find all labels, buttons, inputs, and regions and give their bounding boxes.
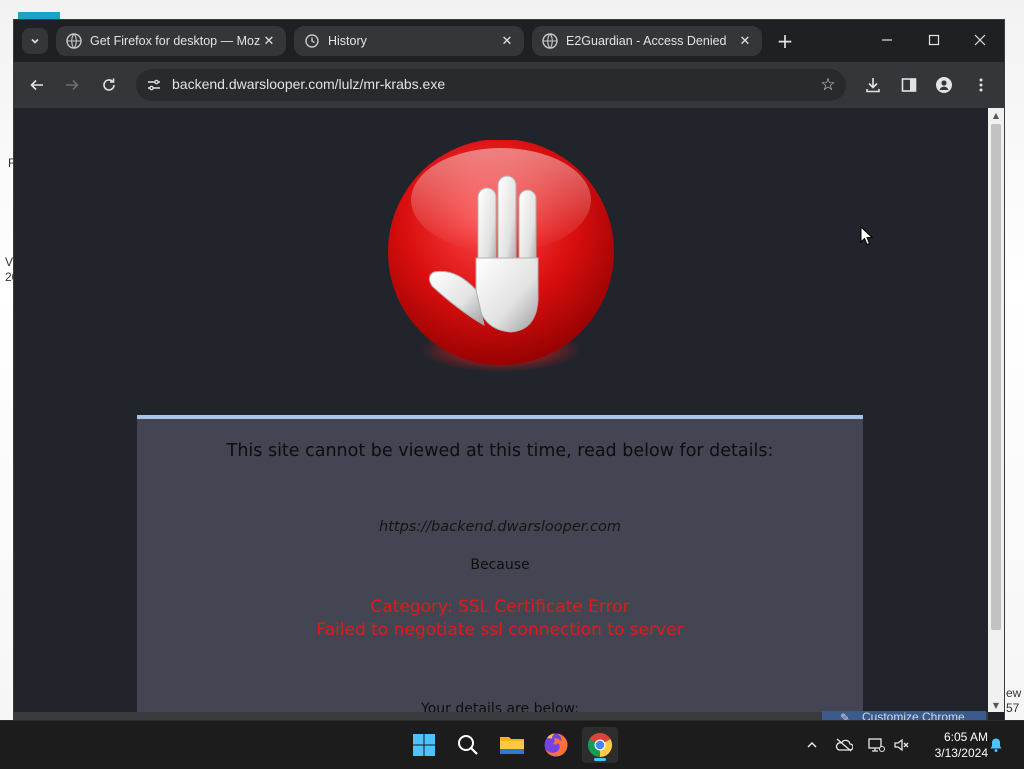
block-category: Category: SSL Certificate Error <box>370 597 630 617</box>
network-icon[interactable] <box>866 735 886 755</box>
windows-start-icon[interactable] <box>406 727 442 763</box>
clock-date: 3/13/2024 <box>934 746 988 760</box>
onedrive-cloud-icon[interactable] <box>834 735 854 755</box>
address-url[interactable]: backend.dwarslooper.com/lulz/mr-krabs.ex… <box>172 76 445 92</box>
scroll-up-arrow-icon[interactable]: ▲ <box>988 108 1004 122</box>
forward-icon[interactable] <box>60 73 84 97</box>
stop-hand-icon <box>386 139 616 380</box>
chevron-down-icon <box>31 38 39 44</box>
minimize-icon[interactable] <box>872 28 902 52</box>
browser-window: Get Firefox for desktop — Mozilla ✕ Hist… <box>14 20 1004 720</box>
tab-label: History <box>328 34 367 48</box>
history-icon <box>304 33 320 49</box>
tab-e2guardian[interactable]: E2Guardian - Access Denied ✕ <box>532 26 762 56</box>
scrollbar-thumb[interactable] <box>991 124 1001 630</box>
close-tab-icon[interactable]: ✕ <box>260 32 278 50</box>
vertical-scrollbar[interactable]: ▲ ▼ <box>988 108 1004 712</box>
page-viewport: This site cannot be viewed at this time,… <box>14 108 988 712</box>
windows-taskbar: 6:05 AM 3/13/2024 <box>0 720 1024 769</box>
close-window-icon[interactable] <box>965 28 995 52</box>
tab-history[interactable]: History ✕ <box>294 26 524 56</box>
details-heading: Your details are below: <box>421 701 579 712</box>
reload-icon[interactable] <box>97 73 121 97</box>
back-icon[interactable] <box>25 73 49 97</box>
browser-toolbar: backend.dwarslooper.com/lulz/mr-krabs.ex… <box>14 62 1004 108</box>
scroll-down-arrow-icon[interactable]: ▼ <box>988 698 1004 712</box>
blocked-url: https://backend.dwarslooper.com <box>379 519 621 535</box>
mouse-cursor-icon <box>860 226 874 246</box>
clock-time: 6:05 AM <box>943 730 988 744</box>
new-tab-button[interactable]: + <box>774 29 796 53</box>
tab-label: Get Firefox for desktop — Mozilla <box>90 34 260 48</box>
desktop-text-fragment: ew <box>1006 686 1022 700</box>
access-denied-panel: This site cannot be viewed at this time,… <box>137 415 863 712</box>
profile-icon[interactable] <box>932 73 956 97</box>
bookmark-star-icon[interactable]: ☆ <box>818 75 838 95</box>
system-clock[interactable]: 6:05 AM 3/13/2024 <box>918 729 988 761</box>
side-panel-icon[interactable] <box>897 73 921 97</box>
block-reason: Failed to negotiate ssl connection to se… <box>316 620 684 640</box>
search-icon[interactable] <box>450 727 486 763</box>
notification-bell-icon[interactable] <box>986 735 1006 755</box>
tab-firefox[interactable]: Get Firefox for desktop — Mozilla ✕ <box>56 26 286 56</box>
maximize-icon[interactable] <box>919 28 949 52</box>
tab-label: E2Guardian - Access Denied <box>566 34 727 48</box>
address-bar[interactable]: backend.dwarslooper.com/lulz/mr-krabs.ex… <box>136 69 846 101</box>
because-label: Because <box>470 557 530 573</box>
tab-strip: Get Firefox for desktop — Mozilla ✕ Hist… <box>14 20 1004 62</box>
tab-search-button[interactable] <box>22 28 48 54</box>
close-tab-icon[interactable]: ✕ <box>736 32 754 50</box>
download-icon[interactable] <box>861 73 885 97</box>
globe-icon <box>66 33 82 49</box>
file-explorer-icon[interactable] <box>494 727 530 763</box>
chevron-up-icon[interactable] <box>802 735 822 755</box>
active-app-indicator <box>594 758 606 761</box>
desktop-text-fragment: 57 <box>1006 701 1020 715</box>
globe-icon <box>542 33 558 49</box>
site-info-icon[interactable] <box>146 77 162 93</box>
page-heading: This site cannot be viewed at this time,… <box>226 441 774 461</box>
more-menu-icon[interactable] <box>969 73 993 97</box>
firefox-icon[interactable] <box>538 727 574 763</box>
volume-muted-icon[interactable] <box>892 735 912 755</box>
close-tab-icon[interactable]: ✕ <box>498 32 516 50</box>
